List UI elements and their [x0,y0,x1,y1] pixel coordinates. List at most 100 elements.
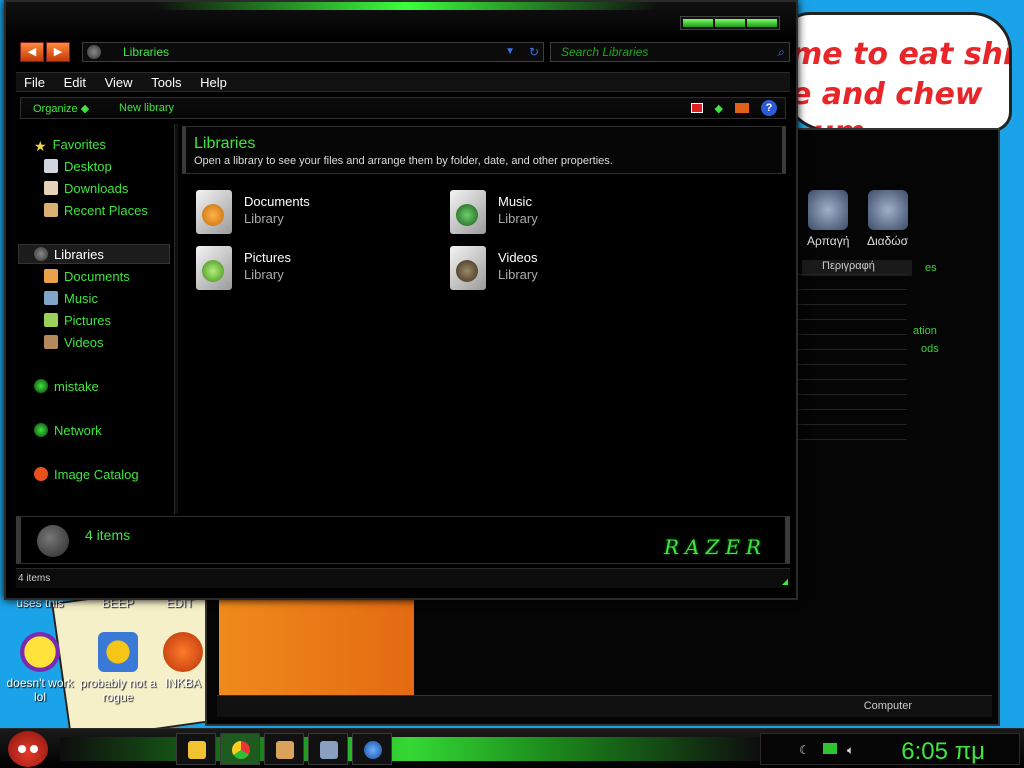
menu-file[interactable]: File [16,73,52,90]
partial-text: es [925,262,937,274]
start-button[interactable] [8,731,48,767]
nav-homegroup[interactable]: mistake [34,379,99,394]
music-folder-icon [450,190,486,234]
help-icon[interactable]: ? [761,100,777,116]
menu-help[interactable]: Help [192,73,234,90]
library-name: Music [498,194,532,209]
menu-view[interactable]: View [97,73,140,90]
ie-icon [364,741,382,759]
network-tray-icon[interactable]: ☾ [799,743,813,757]
paint-icon [163,632,203,672]
search-icon[interactable]: ⌕ [777,43,784,61]
search-input[interactable]: Search Libraries ⌕ [550,42,790,62]
resize-grip-icon[interactable]: ◢ [782,577,788,586]
taskbar: ☾ 🔈︎ 6:05 πμ [0,728,1024,768]
organize-button[interactable]: Organize ◆ [33,102,89,115]
chevron-down-icon[interactable]: ▼ [505,43,515,61]
angry-bird-eye [18,745,26,753]
computer-label: Computer [863,700,912,712]
library-videos[interactable]: Videos Library [450,244,690,294]
taskbar-chrome-button[interactable] [220,733,260,765]
pane-splitter[interactable] [174,124,178,514]
gear-settings-icon [98,632,138,672]
new-library-button[interactable]: New library [119,102,174,114]
preview-pane-icon[interactable] [735,103,749,113]
library-name: Videos [498,250,538,265]
nav-recent-places[interactable]: Recent Places [44,203,148,218]
title-glow [156,2,656,10]
clock[interactable]: 6:05 πμ [901,738,985,766]
back-button[interactable]: ◀ [20,42,44,62]
music-icon [44,291,58,305]
nav-documents[interactable]: Documents [44,269,130,284]
nav-label: Recent Places [64,203,148,218]
command-bar: Organize ◆ New library ◆ ? [20,97,786,119]
taskbar-control-panel-button[interactable] [308,733,348,765]
nav-videos[interactable]: Videos [44,335,104,350]
toolbar-item[interactable]: Αρπαγή [807,190,849,248]
item-count: 4 items [85,527,131,543]
explorer-icon [188,741,206,759]
monitor-tray-icon[interactable] [823,743,837,754]
explorer-window[interactable]: ◀ ▶ Libraries ▼ ↻ Search Libraries ⌕ Fil… [4,0,798,600]
nav-pictures[interactable]: Pictures [44,313,111,328]
orange-panel [219,600,414,695]
nav-label: Libraries [54,247,104,262]
videos-folder-icon [450,246,486,290]
menu-edit[interactable]: Edit [56,73,93,90]
taskbar-explorer-button[interactable] [176,733,216,765]
title-bar[interactable] [6,2,796,40]
address-row: ◀ ▶ Libraries ▼ ↻ Search Libraries ⌕ [16,40,790,66]
image-catalog-icon [34,467,48,481]
maximize-button[interactable] [715,19,745,27]
background-toolbar: Αρπαγή Διαδώσ [797,190,987,250]
library-pictures[interactable]: Pictures Library [196,244,436,294]
wallpaper-text-line: e and chew [791,77,983,112]
minimize-button[interactable] [683,19,713,27]
desktop-icon[interactable]: doesn't work lol [0,632,80,704]
library-type: Library [498,211,538,226]
taskbar-media-button[interactable] [264,733,304,765]
address-text: Libraries [123,45,170,59]
library-music[interactable]: Music Library [450,188,690,238]
documents-icon [44,269,58,283]
share-icon [867,190,908,230]
menu-tools[interactable]: Tools [143,73,188,90]
desktop-icon[interactable]: INKBA [158,632,208,690]
nav-downloads[interactable]: Downloads [44,181,128,196]
nav-image-catalog[interactable]: Image Catalog [34,467,139,482]
wallpaper-text-line: me to eat shit [791,37,1012,72]
refresh-icon[interactable]: ↻ [529,43,539,61]
partial-text: ods [921,343,939,355]
libraries-icon [37,525,69,557]
address-bar[interactable]: Libraries ▼ ↻ [82,42,544,62]
view-options-icon[interactable] [690,103,703,113]
nav-label: Documents [64,269,130,284]
nav-network[interactable]: Network [34,423,102,438]
nav-favorites[interactable]: ★ Favorites [34,137,106,154]
volume-icon[interactable]: 🔈︎ [847,743,861,757]
nav-libraries[interactable]: Libraries [34,247,104,262]
navigation-pane: ★ Favorites Desktop Downloads Recent Plac… [16,124,174,514]
desktop-icon[interactable]: probably not a rogue [78,632,158,704]
close-button[interactable] [747,19,777,27]
desktop-icon [44,159,58,173]
window-controls [680,16,780,30]
menu-bar: File Edit View Tools Help [16,72,790,92]
forward-button[interactable]: ▶ [46,42,70,62]
pictures-icon [44,313,58,327]
toolbar-item[interactable]: Διαδώσ [867,190,908,248]
wallpaper-speech-bubble: me to eat shit e and chew gum [780,12,1012,132]
page-title: Libraries [194,135,256,152]
nav-music[interactable]: Music [44,291,98,306]
chevron-down-icon[interactable]: ◆ [715,102,723,115]
nav-desktop[interactable]: Desktop [44,159,112,174]
network-icon [34,423,48,437]
page-subtitle: Open a library to see your files and arr… [194,155,613,167]
desktop-icon-label: INKBA [164,676,201,690]
taskbar-glow [60,737,760,761]
taskbar-ie-button[interactable] [352,733,392,765]
organize-label: Organize [33,103,78,115]
library-name: Documents [244,194,310,209]
library-documents[interactable]: Documents Library [196,188,436,238]
